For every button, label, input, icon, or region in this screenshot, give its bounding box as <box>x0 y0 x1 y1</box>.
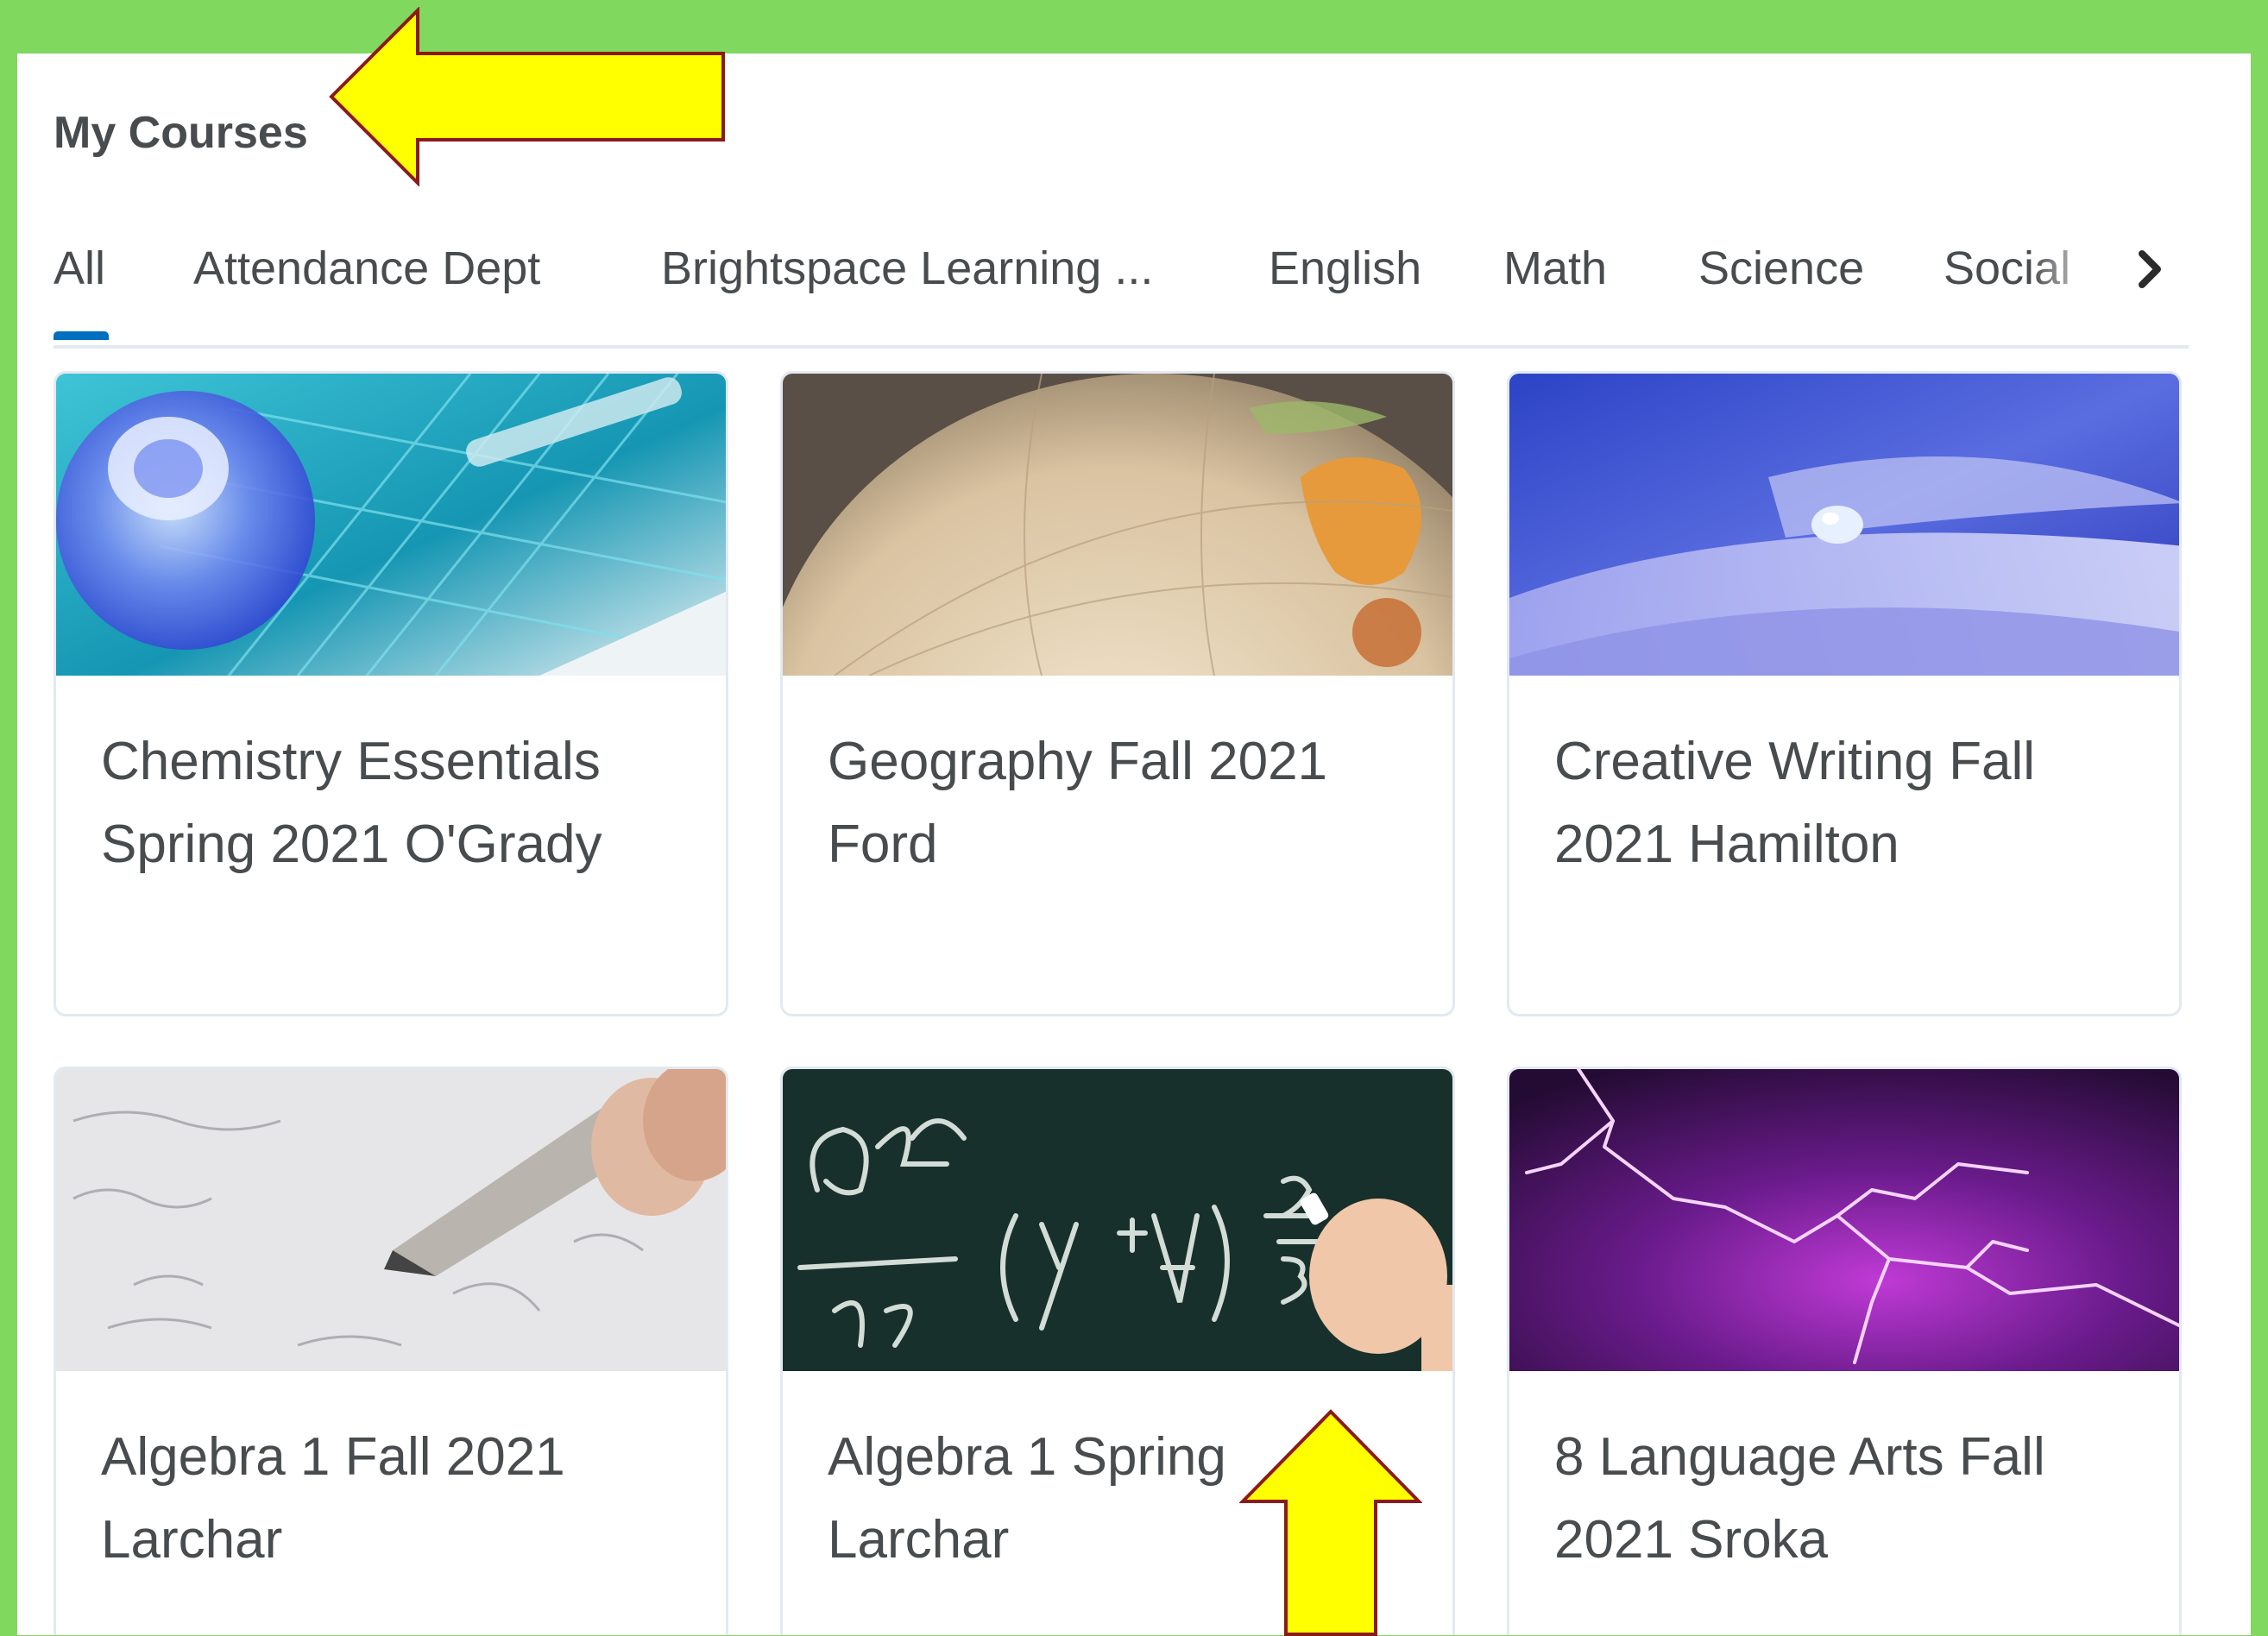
tab-selected-indicator <box>54 331 109 340</box>
tab-math[interactable]: Math <box>1503 242 1607 295</box>
chevron-right-icon <box>2139 250 2161 288</box>
course-card-geography[interactable]: Geography Fall 2021 Ford <box>780 371 1455 1016</box>
pencil-math-paper-image <box>56 1069 726 1371</box>
course-card-chemistry[interactable]: Chemistry Essentials Spring 2021 O'Grady <box>54 371 728 1016</box>
periodic-table-flask-image <box>56 374 726 676</box>
purple-lightning-image <box>1509 1069 2179 1371</box>
tab-overflow-fade <box>2030 235 2133 304</box>
tabs-divider <box>54 345 2189 349</box>
water-droplet-petal-image <box>1509 374 2179 676</box>
course-card-creative-writing[interactable]: Creative Writing Fall 2021 Hamilton <box>1507 371 2182 1016</box>
tab-all[interactable]: All <box>54 242 105 295</box>
course-title[interactable]: 8 Language Arts Fall 2021 Sroka <box>1554 1416 2141 1582</box>
tab-brightspace-learning[interactable]: Brightspace Learning ... <box>661 242 1153 295</box>
course-tabs: All Attendance Dept Brightspace Learning… <box>54 217 2189 349</box>
tab-science[interactable]: Science <box>1698 242 1864 295</box>
course-card-language-arts[interactable]: 8 Language Arts Fall 2021 Sroka <box>1507 1067 2182 1635</box>
course-title[interactable]: Geography Fall 2021 Ford <box>828 720 1414 886</box>
chalkboard-equations-image <box>783 1069 1452 1371</box>
course-card-algebra-fall[interactable]: Algebra 1 Fall 2021 Larchar <box>54 1067 728 1635</box>
my-courses-widget: My Courses All Attendance Dept Brightspa… <box>17 53 2251 1635</box>
course-title[interactable]: Chemistry Essentials Spring 2021 O'Grady <box>101 720 688 886</box>
tab-attendance-dept[interactable]: Attendance Dept <box>193 242 540 295</box>
course-title[interactable]: Algebra 1 Fall 2021 Larchar <box>101 1416 688 1582</box>
course-title[interactable]: Creative Writing Fall 2021 Hamilton <box>1554 720 2141 886</box>
page-title: My Courses <box>54 108 308 158</box>
arrow-up-annotation-icon <box>1239 1409 1422 1636</box>
globe-image <box>783 374 1452 676</box>
tab-english[interactable]: English <box>1269 242 1421 295</box>
tabs-next-button[interactable] <box>2125 243 2177 295</box>
arrow-left-annotation-icon <box>329 7 725 186</box>
